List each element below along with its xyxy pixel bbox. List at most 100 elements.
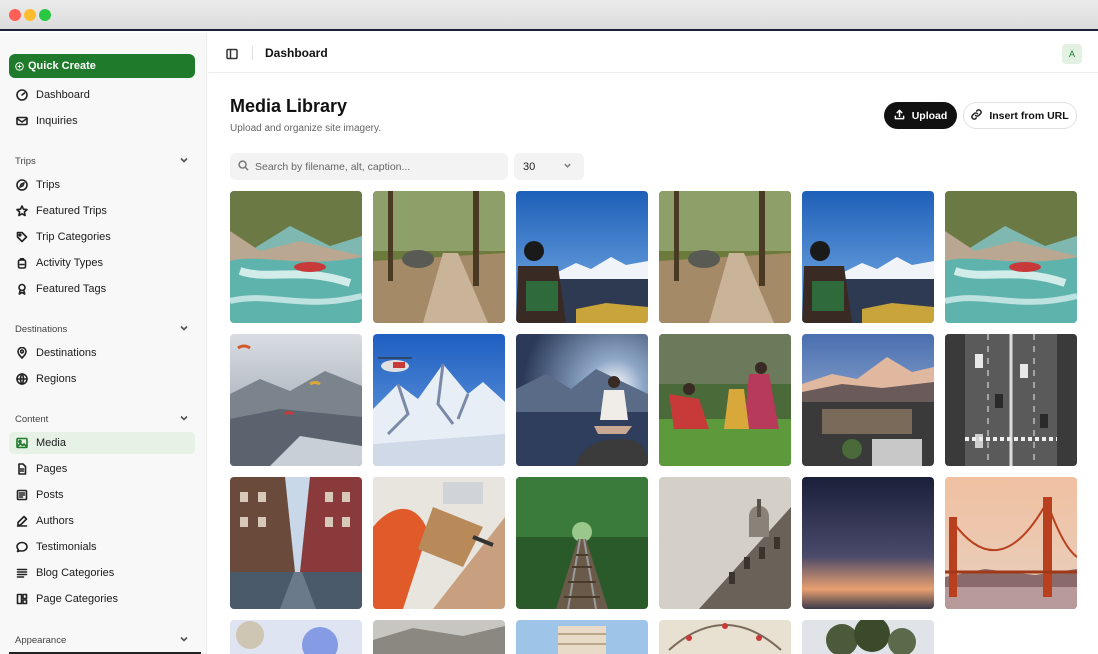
media-tile[interactable] (516, 334, 648, 466)
sidebar-item-regions[interactable]: Regions (9, 368, 195, 390)
rafting-river-image (945, 191, 1077, 323)
baroque-building-image (659, 477, 791, 609)
tree-silhouette-image (802, 620, 934, 654)
highway-traffic-bw-image (945, 334, 1077, 466)
globe-icon (16, 373, 28, 385)
media-tile[interactable] (945, 477, 1077, 609)
chevron-down-icon (179, 155, 189, 168)
section-appearance-header[interactable]: Appearance (15, 633, 189, 647)
sidebar-item-trips[interactable]: Trips (9, 174, 195, 196)
map-pin-icon (16, 347, 28, 359)
list-icon (16, 567, 28, 579)
maximize-window-button[interactable] (39, 9, 51, 21)
star-icon (16, 205, 28, 217)
insert-url-label: Insert from URL (989, 109, 1069, 122)
media-tile[interactable] (516, 191, 648, 323)
media-tile[interactable] (230, 620, 362, 654)
section-destinations-header[interactable]: Destinations (15, 322, 189, 336)
chevron-down-icon (179, 634, 189, 647)
sidebar-item-label: Featured Trips (36, 205, 107, 217)
tag-icon (16, 231, 28, 243)
page-subtitle: Upload and organize site imagery. (230, 123, 382, 134)
media-tile[interactable] (802, 191, 934, 323)
minimize-window-button[interactable] (24, 9, 36, 21)
sidebar-item-label: Page Categories (36, 593, 118, 605)
media-tile[interactable] (659, 620, 791, 654)
blurred-lights-image (230, 620, 362, 654)
sidebar-item-featured-trips[interactable]: Featured Trips (9, 200, 195, 222)
chevron-down-icon (179, 323, 189, 336)
search-input[interactable] (255, 160, 495, 173)
media-tile[interactable] (802, 334, 934, 466)
man-mountain-view-image (516, 191, 648, 323)
compass-icon (16, 179, 28, 191)
ribbon-icon (16, 283, 28, 295)
media-tile[interactable] (945, 334, 1077, 466)
media-tile[interactable] (230, 334, 362, 466)
quick-create-button[interactable]: Quick Create (9, 54, 195, 78)
media-tile[interactable] (516, 620, 648, 654)
sidebar-item-blog-categories[interactable]: Blog Categories (9, 562, 195, 584)
sidebar-item-page-categories[interactable]: Page Categories (9, 588, 195, 610)
sidebar-item-testimonials[interactable]: Testimonials (9, 536, 195, 558)
sidebar-item-label: Trip Categories (36, 231, 111, 243)
sidebar-item-label: Activity Types (36, 257, 104, 269)
media-tile[interactable] (230, 191, 362, 323)
media-tile[interactable] (373, 477, 505, 609)
mail-icon (16, 115, 28, 127)
sidebar-item-label: Featured Tags (36, 283, 107, 295)
sidebar-item-label: Inquiries (36, 115, 78, 127)
media-tile[interactable] (373, 191, 505, 323)
sidebar-item-label: Destinations (36, 347, 97, 359)
file-icon (16, 463, 28, 475)
media-tile[interactable] (659, 191, 791, 323)
media-tile[interactable] (945, 191, 1077, 323)
link-icon (971, 108, 983, 123)
media-tile[interactable] (373, 620, 505, 654)
topbar-divider (252, 46, 253, 60)
sidebar-item-destinations[interactable]: Destinations (9, 342, 195, 364)
man-mountain-view-image (802, 191, 934, 323)
section-trips-header[interactable]: Trips (15, 154, 189, 168)
backpack-icon (16, 257, 28, 269)
section-title: Appearance (15, 634, 67, 646)
search-field[interactable] (230, 153, 508, 180)
elephant-forest-trail-image (659, 191, 791, 323)
sidebar-item-dashboard[interactable]: Dashboard (9, 84, 195, 106)
paragliders-valley-image (230, 334, 362, 466)
sidebar-item-label: Trips (36, 179, 61, 191)
sidebar-toggle-icon[interactable] (226, 47, 238, 60)
media-tile[interactable] (516, 477, 648, 609)
topbar-title: Dashboard (265, 46, 328, 60)
per-page-value: 30 (523, 160, 536, 173)
upload-icon (894, 109, 905, 123)
chat-bubble-icon (16, 541, 28, 553)
sidebar-item-authors[interactable]: Authors (9, 510, 195, 532)
gradient-sky-dusk-image (802, 477, 934, 609)
sidebar-item-pages[interactable]: Pages (9, 458, 195, 480)
insert-from-url-button[interactable]: Insert from URL (963, 102, 1077, 129)
media-tile[interactable] (659, 477, 791, 609)
sidebar-item-trip-categories[interactable]: Trip Categories (9, 226, 195, 248)
page-title: Media Library (230, 96, 348, 116)
sidebar-item-activity-types[interactable]: Activity Types (9, 252, 195, 274)
chevron-down-icon (563, 161, 572, 173)
media-tile[interactable] (802, 620, 934, 654)
per-page-select[interactable]: 30 (514, 153, 584, 180)
section-content-header[interactable]: Content (15, 412, 189, 426)
sidebar-item-media[interactable]: Media (9, 432, 195, 454)
media-tile[interactable] (230, 477, 362, 609)
close-window-button[interactable] (9, 9, 21, 21)
sidebar-item-inquiries[interactable]: Inquiries (9, 110, 195, 132)
media-tile[interactable] (659, 334, 791, 466)
upload-button[interactable]: Upload (884, 102, 957, 129)
avatar[interactable]: A (1062, 44, 1082, 64)
media-tile[interactable] (373, 334, 505, 466)
topbar: Dashboard A (208, 33, 1098, 73)
sidebar-item-posts[interactable]: Posts (9, 484, 195, 506)
city-street-brick-image (230, 477, 362, 609)
golden-gate-bridge-image (945, 477, 1077, 609)
sidebar-item-featured-tags[interactable]: Featured Tags (9, 278, 195, 300)
media-tile[interactable] (802, 477, 934, 609)
search-icon (238, 158, 249, 176)
